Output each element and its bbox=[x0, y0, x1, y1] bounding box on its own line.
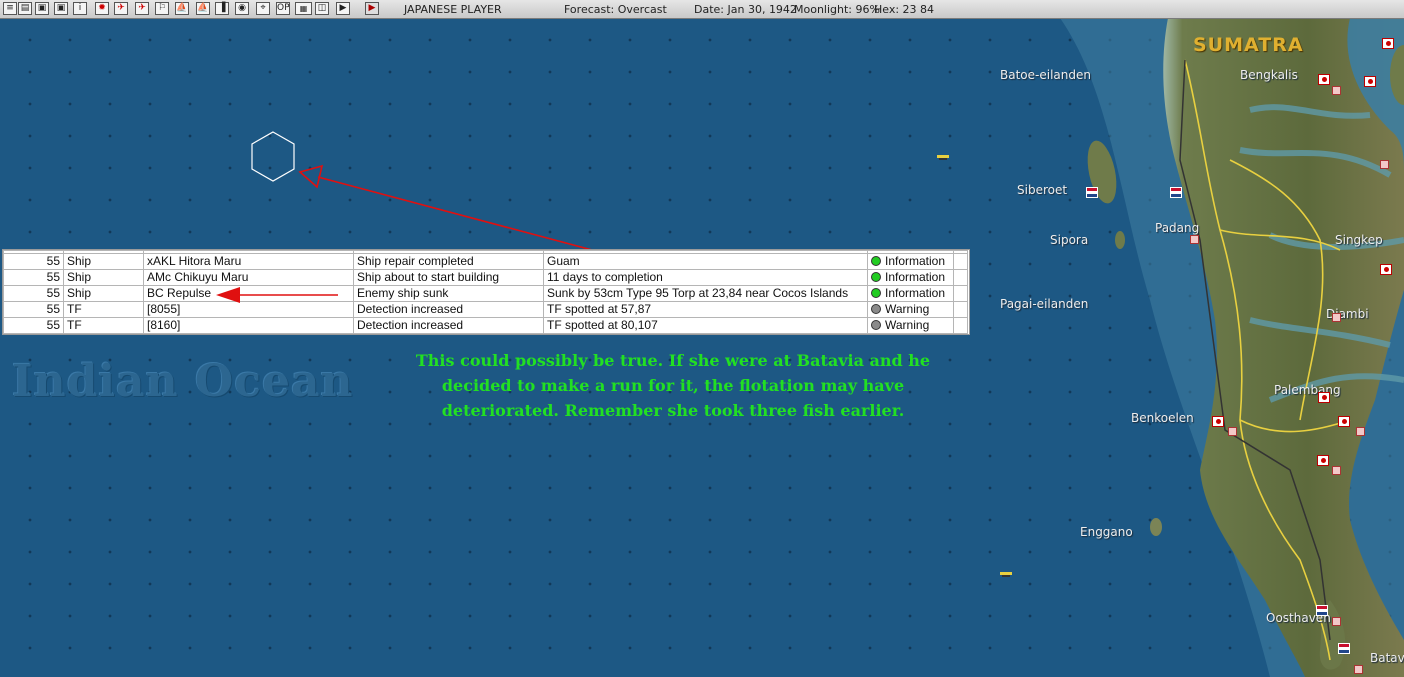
annotation-text: This could possibly be true. If she were… bbox=[380, 348, 966, 423]
annotation-overlay bbox=[216, 287, 338, 303]
annotation-line: This could possibly be true. If she were… bbox=[415, 351, 931, 370]
arrow-to-repulse-head bbox=[216, 287, 240, 303]
annotation-line: decided to make a run for it, the flotat… bbox=[441, 376, 905, 395]
annotation-line: deteriorated. Remember she took three fi… bbox=[441, 401, 905, 420]
